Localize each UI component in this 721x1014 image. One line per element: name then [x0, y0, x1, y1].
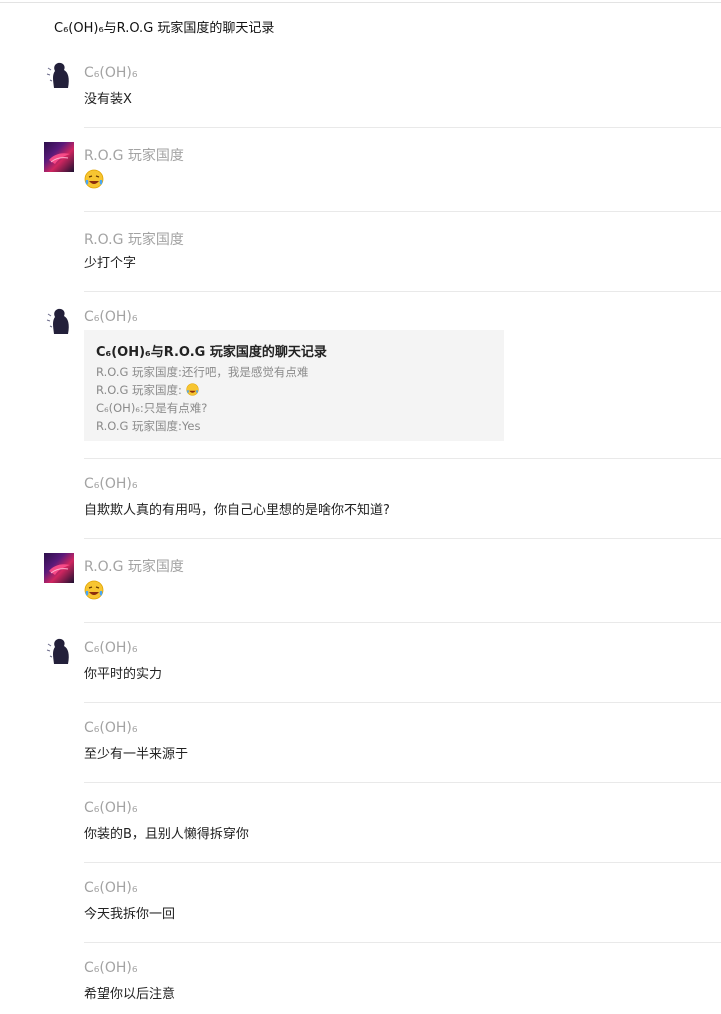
divider: [84, 862, 721, 863]
c6-avatar[interactable]: [44, 60, 74, 90]
sender-name: R.O.G 玩家国度: [84, 559, 184, 575]
forwarded-chat-line: R.O.G 玩家国度:Yes: [96, 419, 201, 433]
forwarded-chat-title: C₆(OH)₆与R.O.G 玩家国度的聊天记录: [96, 345, 327, 360]
rog-avatar[interactable]: [44, 142, 74, 172]
sender-name: C₆(OH)₆: [84, 476, 138, 492]
divider: [84, 127, 721, 128]
message-text: 今天我拆你一回: [84, 907, 176, 922]
divider: [84, 458, 721, 459]
sender-name: C₆(OH)₆: [84, 720, 138, 736]
forwarded-chat-line: R.O.G 玩家国度:还行吧，我是感觉有点难: [96, 365, 309, 379]
forwarded-chat-card[interactable]: C₆(OH)₆与R.O.G 玩家国度的聊天记录 R.O.G 玩家国度:还行吧，我…: [84, 330, 504, 441]
sender-name: R.O.G 玩家国度: [84, 232, 184, 248]
message-text: 你装的B，且别人懒得拆穿你: [84, 827, 249, 842]
sender-name: C₆(OH)₆: [84, 960, 138, 976]
sender-name: C₆(OH)₆: [84, 640, 138, 656]
sender-name: C₆(OH)₆: [84, 880, 138, 896]
forwarded-chat-line: C₆(OH)₆:只是有点难?: [96, 401, 208, 415]
message-text: [84, 580, 104, 604]
divider: [84, 291, 721, 292]
divider: [84, 211, 721, 212]
laughing-crying-emoji: [84, 580, 104, 600]
forwarded-chat-line: R.O.G 玩家国度:: [96, 382, 199, 398]
sender-name: C₆(OH)₆: [84, 800, 138, 816]
message-text: 自欺欺人真的有用吗，你自己心里想的是啥你不知道?: [84, 503, 390, 518]
c6-avatar[interactable]: [44, 636, 74, 666]
message-text: 没有装X: [84, 92, 132, 107]
message-text: 至少有一半来源于: [84, 747, 189, 762]
message-text: 希望你以后注意: [84, 987, 176, 1002]
page-title: C₆(OH)₆与R.O.G 玩家国度的聊天记录: [54, 21, 275, 36]
divider: [84, 782, 721, 783]
c6-avatar[interactable]: [44, 306, 74, 336]
message-text: 你平时的实力: [84, 667, 163, 682]
divider: [84, 702, 721, 703]
top-divider: [0, 2, 721, 3]
divider: [84, 622, 721, 623]
forwarded-chat-line-text: R.O.G 玩家国度:: [96, 383, 182, 397]
sender-name: C₆(OH)₆: [84, 65, 138, 81]
laughing-crying-emoji: [84, 169, 104, 189]
sender-name: R.O.G 玩家国度: [84, 148, 184, 164]
divider: [84, 942, 721, 943]
message-text: 少打个字: [84, 256, 137, 271]
rog-avatar[interactable]: [44, 553, 74, 583]
sender-name: C₆(OH)₆: [84, 309, 138, 325]
divider: [84, 538, 721, 539]
laughing-crying-emoji: [185, 383, 199, 396]
message-text: [84, 169, 104, 193]
